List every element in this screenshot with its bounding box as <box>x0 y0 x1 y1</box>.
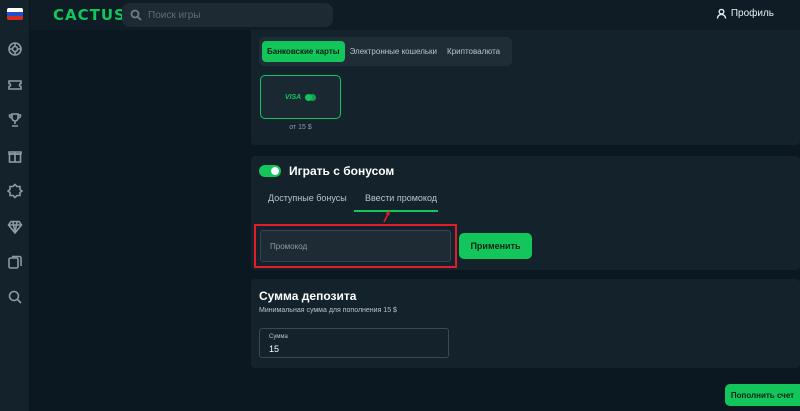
deposit-submit-button[interactable]: Пополнить счет <box>725 384 800 406</box>
bonus-panel: Играть с бонусом Доступные бонусы Ввести… <box>251 156 800 270</box>
top-header: CACTUS Профиль <box>30 0 800 30</box>
amount-value[interactable]: 15 <box>269 344 279 354</box>
tab-available-bonuses[interactable]: Доступные бонусы <box>268 193 347 203</box>
ticket-icon[interactable] <box>5 75 25 95</box>
tab-enter-promocode[interactable]: Ввести промокод <box>365 193 437 203</box>
gift-icon[interactable] <box>5 146 25 166</box>
payment-methods-panel: Банковские карты Электронные кошельки Кр… <box>251 30 800 145</box>
profile-button[interactable]: Профиль <box>716 8 774 19</box>
amount-label: Сумма <box>269 334 288 340</box>
profile-label: Профиль <box>730 8 774 19</box>
bonus-title: Играть с бонусом <box>289 164 395 178</box>
game-search[interactable] <box>122 3 333 27</box>
bonus-badge-icon[interactable] <box>5 181 25 201</box>
visa-logo: VISA <box>284 93 302 101</box>
trophy-icon[interactable] <box>5 110 25 130</box>
active-tab-indicator <box>354 210 438 212</box>
tab-e-wallets[interactable]: Электронные кошельки <box>345 41 442 62</box>
payment-tabs: Банковские карты Электронные кошельки Кр… <box>259 37 512 66</box>
tab-crypto[interactable]: Криптовалюта <box>442 41 505 62</box>
card-min-amount: от 15 $ <box>289 124 312 131</box>
search-input[interactable] <box>148 9 328 21</box>
amount-field[interactable]: Сумма 15 <box>259 328 449 358</box>
bonus-toggle[interactable] <box>259 165 281 177</box>
promocode-highlight <box>254 224 457 268</box>
deposit-title: Сумма депозита <box>259 289 357 303</box>
promocode-input[interactable] <box>260 230 451 262</box>
tab-bank-cards[interactable]: Банковские карты <box>262 41 345 62</box>
mastercard-icon <box>305 93 317 101</box>
sidebar <box>0 0 30 411</box>
apply-promocode-button[interactable]: Применить <box>459 233 532 259</box>
language-flag-icon[interactable] <box>7 8 23 20</box>
casino-chip-icon[interactable] <box>5 39 25 59</box>
deposit-min-text: Минимальная сумма для пополнения 15 $ <box>259 307 397 314</box>
deposit-panel: Сумма депозита Минимальная сумма для поп… <box>251 279 800 368</box>
search-icon[interactable] <box>5 287 25 307</box>
cards-icon[interactable] <box>5 252 25 272</box>
user-icon <box>716 8 727 19</box>
visa-mastercard-method[interactable]: VISA <box>260 75 341 119</box>
search-icon <box>130 9 142 21</box>
diamond-icon[interactable] <box>5 217 25 237</box>
site-logo[interactable]: CACTUS <box>53 6 126 24</box>
red-arrow-icon <box>383 210 390 223</box>
